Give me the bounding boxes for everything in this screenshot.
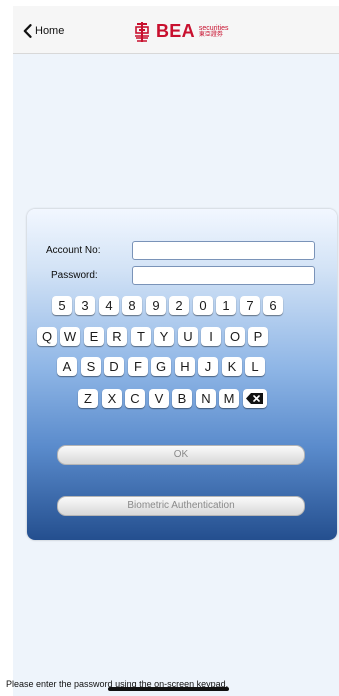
key-digit[interactable]: 7 — [240, 296, 260, 315]
login-panel: Account No: Password: 5 3 4 8 9 2 0 1 7 … — [27, 209, 337, 540]
key-letter[interactable]: H — [175, 357, 195, 376]
password-field[interactable] — [132, 266, 315, 285]
key-letter[interactable]: K — [222, 357, 242, 376]
home-indicator[interactable] — [108, 687, 229, 691]
key-digit[interactable]: 2 — [169, 296, 189, 315]
key-digit[interactable]: 5 — [52, 296, 72, 315]
key-letter[interactable]: Z — [78, 389, 98, 408]
key-digit[interactable]: 0 — [193, 296, 213, 315]
key-letter[interactable]: F — [128, 357, 148, 376]
back-button[interactable]: Home — [23, 24, 64, 38]
ok-button[interactable]: OK — [57, 445, 305, 465]
key-letter[interactable]: C — [125, 389, 145, 408]
key-letter[interactable]: A — [57, 357, 77, 376]
key-letter[interactable]: Y — [154, 327, 174, 346]
account-label: Account No: — [46, 245, 101, 256]
key-letter[interactable]: S — [81, 357, 101, 376]
key-letter[interactable]: P — [248, 327, 268, 346]
key-digit[interactable]: 6 — [263, 296, 283, 315]
backspace-icon — [246, 393, 263, 404]
key-letter[interactable]: U — [178, 327, 198, 346]
key-letter[interactable]: W — [60, 327, 80, 346]
app-screen: Home BEA securities 東亞證券 Account No: Pas… — [13, 6, 339, 696]
key-digit[interactable]: 1 — [216, 296, 236, 315]
key-letter[interactable]: E — [84, 327, 104, 346]
key-letter[interactable]: M — [219, 389, 239, 408]
key-letter[interactable]: R — [107, 327, 127, 346]
account-field[interactable] — [132, 241, 315, 260]
biometric-auth-button[interactable]: Biometric Authentication — [57, 496, 305, 516]
key-digit[interactable]: 9 — [146, 296, 166, 315]
chevron-left-icon — [23, 24, 32, 38]
key-letter[interactable]: L — [245, 357, 265, 376]
key-letter[interactable]: D — [104, 357, 124, 376]
bea-emblem-icon — [135, 21, 149, 42]
brand-subtitle-en: securities — [198, 24, 229, 32]
key-letter[interactable]: I — [201, 327, 221, 346]
key-digit[interactable]: 8 — [122, 296, 142, 315]
backspace-key[interactable] — [243, 389, 267, 408]
brand-logo: BEA securities 東亞證券 — [134, 21, 228, 42]
back-button-label: Home — [35, 25, 65, 37]
key-letter[interactable]: B — [172, 389, 192, 408]
brand-subtitle-zh: 東亞證券 — [198, 31, 223, 38]
brand-name: BEA — [156, 21, 195, 41]
key-letter[interactable]: O — [225, 327, 245, 346]
key-letter[interactable]: Q — [37, 327, 57, 346]
brand-subtitle: securities 東亞證券 — [199, 25, 229, 39]
password-label: Password: — [51, 270, 98, 281]
navigation-bar: Home BEA securities 東亞證券 — [13, 6, 339, 54]
key-letter[interactable]: N — [196, 389, 216, 408]
key-letter[interactable]: J — [198, 357, 218, 376]
key-letter[interactable]: V — [149, 389, 169, 408]
key-letter[interactable]: G — [151, 357, 171, 376]
key-letter[interactable]: X — [102, 389, 122, 408]
key-letter[interactable]: T — [131, 327, 151, 346]
key-digit[interactable]: 3 — [75, 296, 95, 315]
key-digit[interactable]: 4 — [99, 296, 119, 315]
